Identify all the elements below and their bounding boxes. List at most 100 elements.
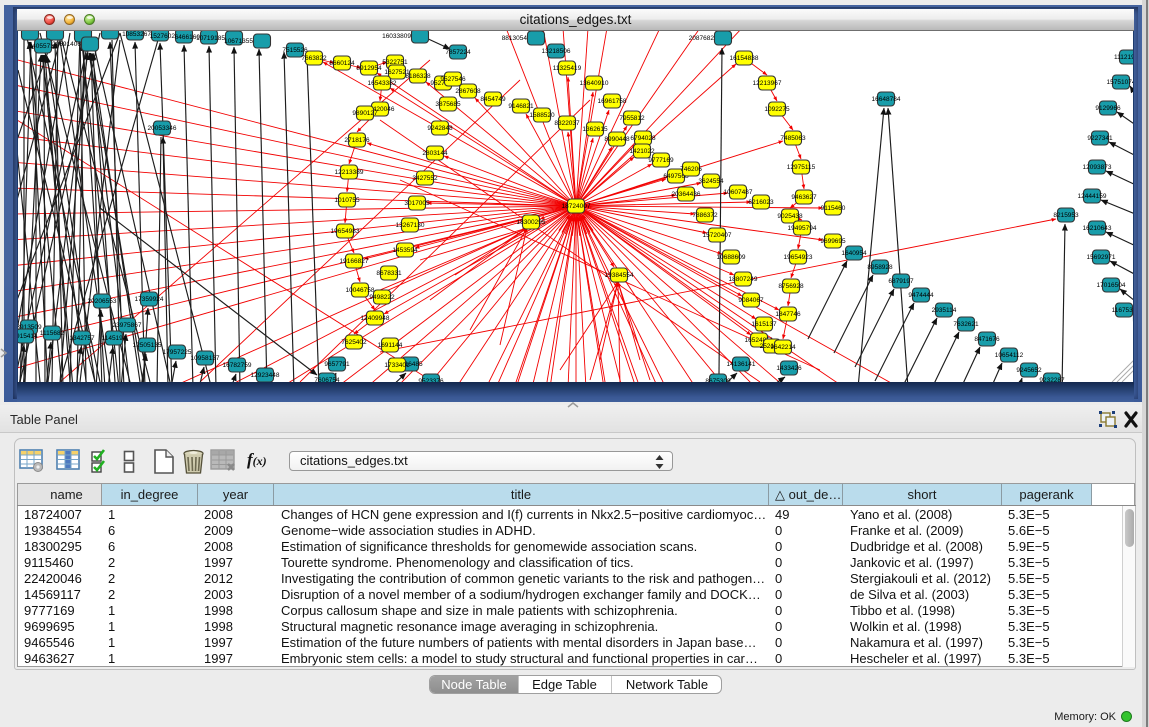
- svg-text:1342757: 1342757: [69, 335, 95, 342]
- svg-text:1433426: 1433426: [776, 365, 802, 372]
- svg-text:12409948: 12409948: [361, 315, 390, 322]
- svg-text:10853267: 10853267: [122, 31, 151, 38]
- svg-text:1588520: 1588520: [529, 112, 555, 119]
- svg-text:3427552: 3427552: [412, 175, 438, 182]
- svg-text:9498222: 9498222: [369, 294, 395, 301]
- svg-text:20691406: 20691406: [52, 41, 81, 48]
- svg-text:19166827: 19166827: [340, 258, 369, 265]
- svg-text:3875685: 3875685: [435, 101, 461, 108]
- svg-text:1167533: 1167533: [1112, 307, 1134, 314]
- svg-text:17359924: 17359924: [135, 296, 164, 303]
- svg-text:8471676: 8471676: [974, 336, 1000, 343]
- svg-text:19495794: 19495794: [788, 225, 817, 232]
- svg-text:1733401: 1733401: [384, 362, 410, 369]
- svg-text:9227341: 9227341: [1087, 135, 1113, 142]
- svg-text:16210643: 16210643: [1083, 225, 1112, 232]
- svg-text:1615137: 1615137: [751, 321, 777, 328]
- svg-text:8660124: 8660124: [329, 60, 355, 67]
- svg-text:12444159: 12444159: [1078, 193, 1107, 200]
- svg-text:9115460: 9115460: [821, 205, 846, 212]
- svg-text:1362615: 1362615: [582, 126, 608, 133]
- svg-text:13218506: 13218506: [542, 48, 571, 55]
- svg-text:18807249: 18807249: [729, 276, 758, 283]
- svg-text:7955812: 7955812: [619, 115, 645, 122]
- svg-text:8990448: 8990448: [604, 136, 630, 143]
- svg-text:13267130: 13267130: [396, 222, 425, 229]
- svg-text:10046758: 10046758: [346, 287, 375, 294]
- svg-text:7515526: 7515526: [282, 47, 308, 54]
- svg-text:17016504: 17016504: [1097, 282, 1126, 289]
- svg-text:7625402: 7625402: [341, 339, 367, 346]
- svg-text:12093873: 12093873: [1083, 164, 1112, 171]
- svg-text:1527602: 1527602: [150, 33, 176, 40]
- svg-text:10671355: 10671355: [224, 38, 253, 45]
- svg-text:1421022: 1421022: [629, 148, 655, 155]
- svg-text:7857224: 7857224: [445, 49, 471, 56]
- svg-text:7663822: 7663822: [301, 55, 327, 62]
- svg-text:1010755: 1010755: [334, 197, 360, 204]
- svg-text:18724007: 18724007: [562, 203, 591, 210]
- svg-text:3017005: 3017005: [404, 200, 430, 207]
- svg-text:14136141: 14136141: [727, 361, 756, 368]
- svg-text:3915414: 3915414: [17, 333, 38, 340]
- svg-text:19654923: 19654923: [784, 254, 813, 261]
- svg-text:19654983: 19654983: [331, 228, 360, 235]
- svg-text:2867608: 2867608: [455, 88, 481, 95]
- svg-text:8186328: 8186328: [405, 73, 431, 80]
- svg-text:16648784: 16648784: [872, 96, 901, 103]
- svg-text:8813054: 8813054: [502, 35, 528, 42]
- svg-text:1847746: 1847746: [775, 311, 801, 318]
- svg-text:1453594: 1453594: [392, 247, 418, 254]
- svg-text:9084067: 9084067: [738, 297, 764, 304]
- svg-text:9642214: 9642214: [770, 344, 796, 351]
- svg-text:2087682: 2087682: [689, 35, 715, 42]
- svg-text:8958928: 8958928: [867, 264, 893, 271]
- svg-text:16033809: 16033809: [382, 33, 411, 40]
- svg-text:9129966: 9129966: [1095, 105, 1121, 112]
- svg-text:11121970: 11121970: [1114, 54, 1134, 61]
- svg-text:17957225: 17957225: [163, 349, 192, 356]
- svg-text:10688609: 10688609: [717, 254, 746, 261]
- svg-text:9025438: 9025438: [777, 213, 803, 220]
- svg-text:18300295: 18300295: [517, 219, 546, 226]
- svg-text:15720407: 15720407: [703, 232, 732, 239]
- svg-text:6216023: 6216023: [748, 199, 774, 206]
- svg-text:12975115: 12975115: [787, 164, 816, 171]
- svg-text:8215953: 8215953: [1053, 212, 1079, 219]
- svg-text:10654112: 10654112: [995, 352, 1024, 359]
- svg-text:6794028: 6794028: [630, 135, 656, 142]
- svg-text:23975867: 23975867: [113, 322, 142, 329]
- svg-text:9245652: 9245652: [1016, 367, 1042, 374]
- svg-text:10958137: 10958137: [191, 355, 220, 362]
- svg-text:9699695: 9699695: [820, 238, 846, 245]
- svg-text:3624554: 3624554: [698, 178, 724, 185]
- svg-text:9474444: 9474444: [908, 292, 934, 299]
- svg-text:10607487: 10607487: [724, 189, 753, 196]
- svg-text:2935114: 2935114: [932, 307, 957, 314]
- svg-text:8322037: 8322037: [554, 120, 580, 127]
- svg-text:13640910: 13640910: [580, 80, 609, 87]
- svg-text:12213389: 12213389: [335, 169, 364, 176]
- svg-text:746206: 746206: [680, 166, 702, 173]
- svg-text:16154838: 16154838: [730, 55, 759, 62]
- svg-text:9146821: 9146821: [508, 103, 534, 110]
- svg-text:8756928: 8756928: [778, 283, 804, 290]
- svg-text:12213967: 12213967: [753, 80, 782, 87]
- svg-text:10719185: 10719185: [196, 35, 225, 42]
- svg-text:9657791: 9657791: [324, 361, 350, 368]
- svg-text:16543382: 16543382: [368, 80, 397, 87]
- svg-text:8912954: 8912954: [356, 65, 382, 72]
- svg-text:11325419: 11325419: [553, 65, 582, 72]
- svg-text:7485063: 7485063: [780, 135, 806, 142]
- svg-text:1145194: 1145194: [102, 335, 127, 342]
- svg-text:9777169: 9777169: [648, 157, 674, 164]
- svg-text:16782759: 16782759: [223, 362, 252, 369]
- svg-text:2718176: 2718176: [344, 137, 370, 144]
- svg-text:20053346: 20053346: [148, 125, 177, 132]
- svg-text:9527546: 9527546: [440, 76, 466, 83]
- svg-text:9242848: 9242848: [427, 125, 453, 132]
- svg-text:6879197: 6879197: [888, 278, 914, 285]
- svg-text:8678331: 8678331: [376, 270, 402, 277]
- svg-text:1691144: 1691144: [378, 342, 403, 349]
- svg-text:9463627: 9463627: [791, 194, 817, 201]
